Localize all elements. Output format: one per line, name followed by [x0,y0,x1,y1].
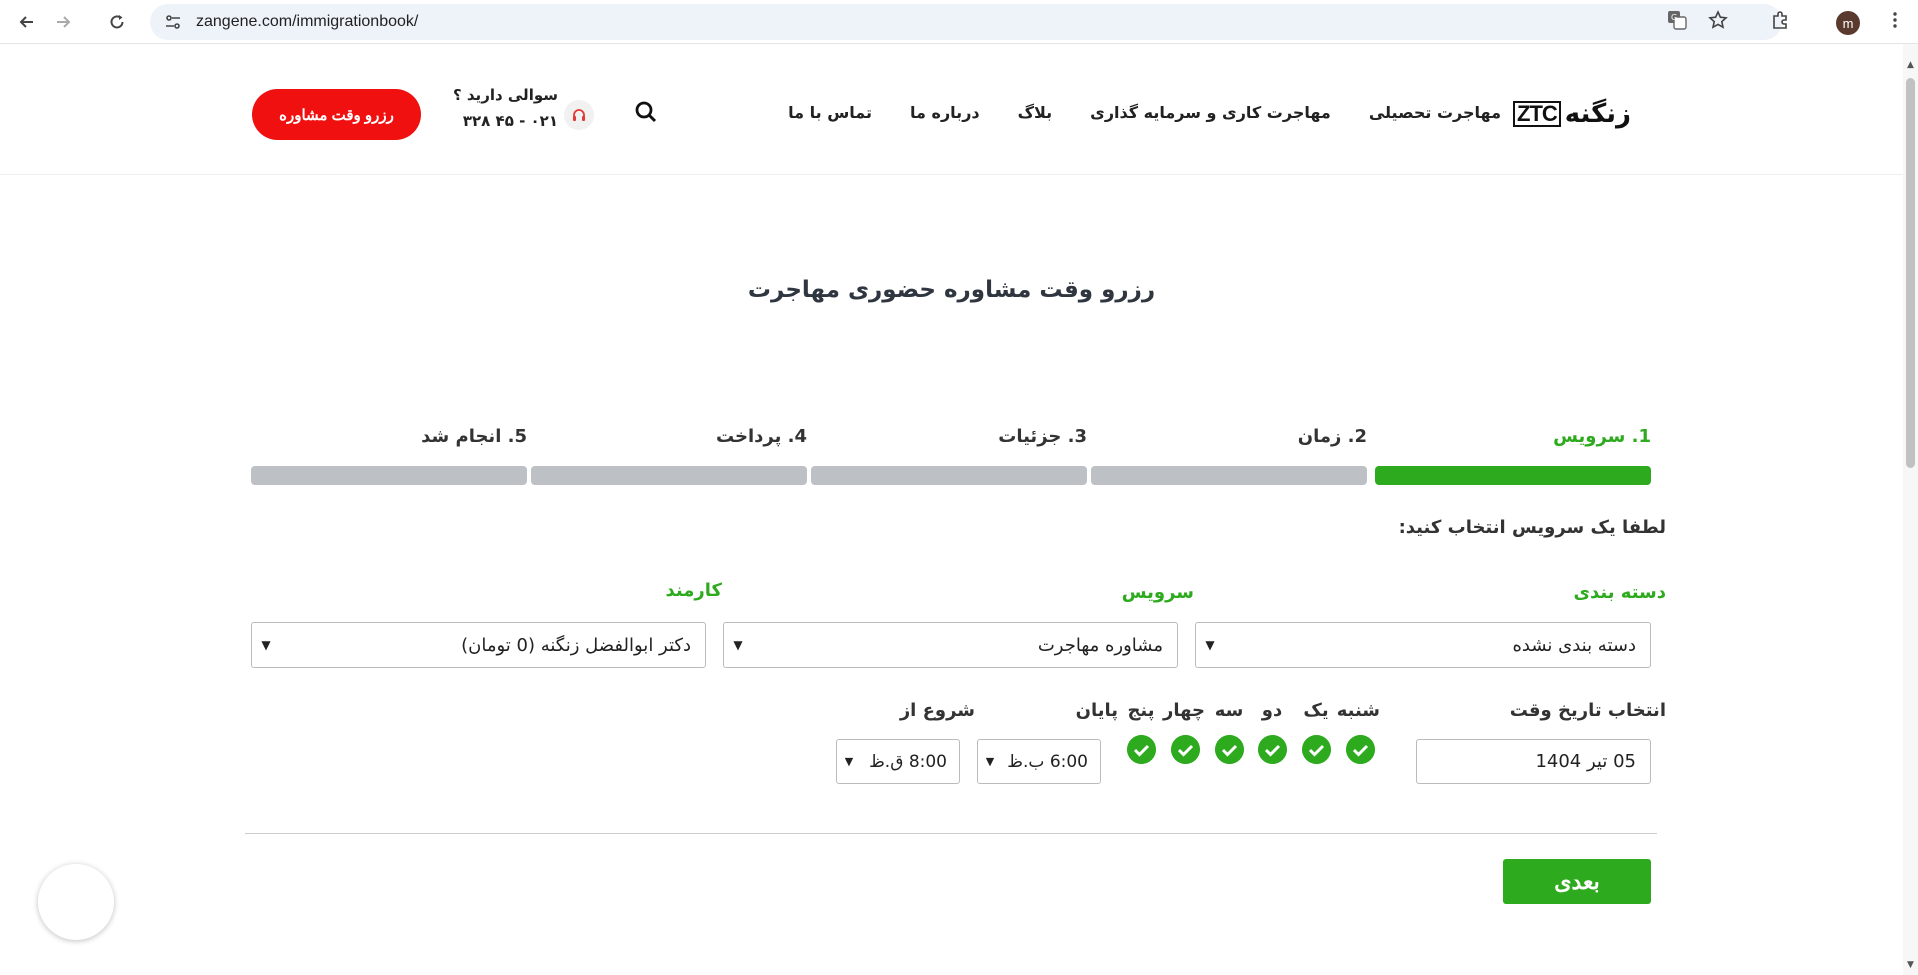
date-label: انتخاب تاریخ وقت [1509,700,1666,721]
scrollbar-thumb[interactable] [1906,78,1915,468]
back-icon[interactable] [14,9,40,35]
main-nav: مهاجرت تحصیلی مهاجرت کاری و سرمایه گذاری… [788,103,1501,122]
day-wednesday[interactable]: چهار [1163,700,1205,764]
headset-icon [564,100,594,130]
search-icon[interactable] [634,100,658,124]
svg-text:G: G [1671,13,1677,22]
check-icon[interactable] [1214,735,1244,764]
step-label: 2. زمان [1297,426,1367,447]
forward-icon[interactable] [50,9,76,35]
book-consultation-button[interactable]: رزرو وقت مشاوره [252,89,421,140]
step-progress-bar [251,466,527,485]
day-thursday[interactable]: پنج [1121,700,1161,764]
profile-avatar[interactable]: m [1836,11,1860,35]
service-value: مشاوره مهاجرت [1037,634,1163,656]
divider [245,833,1657,834]
chevron-down-icon: ▼ [261,638,271,652]
chevron-down-icon: ▼ [733,638,743,652]
nav-item-work[interactable]: مهاجرت کاری و سرمایه گذاری [1090,103,1331,122]
logo-fa: زنگنه [1564,99,1631,129]
day-name: سه [1214,700,1244,721]
day-name: شنبه [1336,700,1380,721]
select-service-prompt: لطفا یک سرویس انتخاب کنید: [1398,517,1666,538]
end-time-label: پایان [1075,700,1118,721]
start-time-select[interactable]: 8:00 ق.ظ ▼ [836,739,960,784]
day-tuesday[interactable]: سه [1209,700,1249,764]
browser-menu-icon[interactable] [1885,10,1905,30]
category-value: دسته بندی نشده [1512,634,1636,656]
service-select[interactable]: مشاوره مهاجرت ▼ [723,622,1178,668]
nav-item-about[interactable]: درباره ما [910,103,980,122]
step-progress-bar [1091,466,1367,485]
scroll-up-icon[interactable]: ▲ [1905,60,1916,70]
chevron-down-icon: ▼ [844,755,854,768]
step-label: 3. جزئیات [998,426,1087,447]
site-info-icon[interactable] [164,13,182,31]
step-label: 1. سرویس [1553,426,1651,447]
logo-en: ZTC [1513,101,1561,127]
category-select[interactable]: دسته بندی نشده ▼ [1195,622,1651,668]
step-progress-bar [531,466,807,485]
step-progress-bar [811,466,1087,485]
question-text: سوالی دارید ؟ [452,86,558,104]
url-text: zangene.com/immigrationbook/ [196,13,419,30]
day-saturday[interactable]: شنبه [1336,700,1380,764]
nav-item-blog[interactable]: بلاگ [1018,103,1053,122]
end-time-select[interactable]: 6:00 ب.ظ ▼ [977,739,1101,784]
step-label: 5. انجام شد [421,426,527,447]
step-progress-bar [1375,466,1651,485]
address-bar[interactable]: zangene.com/immigrationbook/ [150,4,1782,40]
contact-phone: سوالی دارید ؟ ۰۲۱ - ۴۵ ۳۲۸ [453,86,594,136]
day-name: دو [1261,700,1283,721]
date-input[interactable]: 05 تیر 1404 [1416,739,1651,784]
nav-item-contact[interactable]: تماس با ما [788,103,872,122]
employee-select[interactable]: دکتر ابوالفضل زنگنه (0 تومان) ▼ [251,622,706,668]
check-icon[interactable] [1257,735,1287,764]
category-label: دسته بندی [1573,582,1666,603]
phone-number[interactable]: ۰۲۱ - ۴۵ ۳۲۸ [463,112,558,130]
start-time-value: 8:00 ق.ظ [869,751,947,772]
day-sunday[interactable]: یک [1296,700,1336,764]
reload-icon[interactable] [104,9,130,35]
booking-steps: 1. سرویس 2. زمان 3. جزئیات 4. پرداخت 5. … [251,426,1651,486]
check-icon[interactable] [1301,735,1331,764]
check-icon[interactable] [1126,735,1156,764]
extensions-icon[interactable] [1771,10,1791,30]
next-button[interactable]: بعدی [1503,859,1651,904]
translate-icon[interactable]: G [1667,10,1687,30]
scroll-down-icon[interactable]: ▼ [1905,960,1916,970]
day-monday[interactable]: دو [1252,700,1292,764]
employee-label: کارمند [665,580,722,601]
step-label: 4. پرداخت [715,426,807,447]
end-time-value: 6:00 ب.ظ [1007,751,1088,772]
floating-chat-button[interactable] [38,864,114,940]
service-label: سرویس [1121,582,1194,603]
employee-value: دکتر ابوالفضل زنگنه (0 تومان) [461,634,691,656]
day-name: پنج [1127,700,1155,721]
page-title: رزرو وقت مشاوره حضوری مهاجرت [747,277,1156,303]
browser-toolbar: zangene.com/immigrationbook/ G m [0,0,1918,44]
chevron-down-icon: ▼ [985,755,995,768]
chevron-down-icon: ▼ [1205,638,1215,652]
day-name: چهار [1163,700,1205,721]
nav-item-study[interactable]: مهاجرت تحصیلی [1369,103,1501,122]
site-logo[interactable]: ZTC زنگنه [1513,99,1631,129]
check-icon[interactable] [1345,735,1375,764]
start-time-label: شروع از [899,700,975,721]
bookmark-star-icon[interactable] [1708,10,1728,30]
check-icon[interactable] [1170,735,1200,764]
day-name: یک [1303,700,1329,721]
